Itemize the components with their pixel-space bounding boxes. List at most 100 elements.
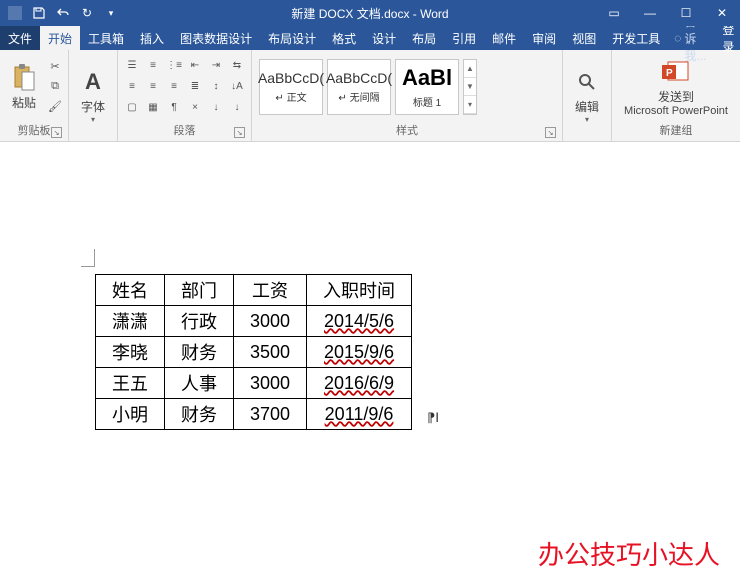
bulb-icon: ◌ bbox=[674, 31, 681, 45]
quick-access-toolbar: ↻ ▾ bbox=[0, 2, 122, 24]
send-to-target: Microsoft PowerPoint bbox=[624, 105, 728, 117]
numbering-icon[interactable]: ≡ bbox=[143, 56, 163, 76]
table-row: 王五 人事 3000 2016/6/9 bbox=[96, 368, 412, 399]
paste-button[interactable]: 粘贴 bbox=[4, 60, 44, 113]
table-row: 姓名 部门 工资 入职时间 bbox=[96, 275, 412, 306]
tell-me[interactable]: ◌ 告诉我... bbox=[668, 26, 712, 50]
tab-insert[interactable]: 插入 bbox=[132, 26, 172, 50]
table-cell[interactable]: 2015/9/6 bbox=[307, 337, 412, 368]
tab-review[interactable]: 审阅 bbox=[524, 26, 564, 50]
align-justify-icon[interactable]: ≣ bbox=[185, 77, 205, 97]
tab-toolbox[interactable]: 工具箱 bbox=[80, 26, 132, 50]
tab-format[interactable]: 格式 bbox=[324, 26, 364, 50]
indent-right-icon[interactable]: ⇥ bbox=[206, 56, 226, 76]
styles-scroll: ▲ ▼ ▾ bbox=[463, 59, 477, 115]
table-cell[interactable]: 3000 bbox=[234, 306, 307, 337]
table-cell[interactable]: 潇潇 bbox=[96, 306, 165, 337]
clipboard-group-label: 剪贴板 bbox=[18, 125, 51, 137]
text-cursor-icon: ⁋Ⅰ bbox=[427, 410, 439, 426]
table-cell[interactable]: 2011/9/6⁋Ⅰ bbox=[307, 399, 412, 430]
group-font: A 字体 ▾ bbox=[69, 50, 118, 141]
close-icon[interactable]: ✕ bbox=[704, 0, 740, 26]
table-header[interactable]: 部门 bbox=[165, 275, 234, 306]
table-row: 李晓 财务 3500 2015/9/6 bbox=[96, 337, 412, 368]
style-no-spacing[interactable]: AaBbCcD( ↵ 无间隔 bbox=[327, 59, 391, 115]
table-cell[interactable]: 李晓 bbox=[96, 337, 165, 368]
table-cell[interactable]: 2014/5/6 bbox=[307, 306, 412, 337]
styles-up-icon[interactable]: ▲ bbox=[464, 60, 476, 78]
borders-icon[interactable]: ▦ bbox=[143, 98, 163, 118]
align-left-icon[interactable]: ≡ bbox=[122, 77, 142, 97]
format-painter-icon[interactable]: 🖌 bbox=[46, 98, 64, 116]
undo-icon[interactable] bbox=[52, 2, 74, 24]
paragraph-launcher-icon[interactable]: ↘ bbox=[234, 127, 245, 138]
table-cell[interactable]: 财务 bbox=[165, 399, 234, 430]
asian-layout-icon[interactable]: × bbox=[185, 98, 205, 118]
tab-view[interactable]: 视图 bbox=[564, 26, 604, 50]
tab-developer[interactable]: 开发工具 bbox=[604, 26, 668, 50]
table-cell[interactable]: 2016/6/9 bbox=[307, 368, 412, 399]
group-clipboard: 粘贴 ✂ ⧉ 🖌 剪贴板↘ bbox=[0, 50, 69, 141]
indent-left-icon[interactable]: ⇤ bbox=[185, 56, 205, 76]
copy-icon[interactable]: ⧉ bbox=[46, 78, 64, 96]
document-area[interactable]: 姓名 部门 工资 入职时间 潇潇 行政 3000 2014/5/6 李晓 财务 … bbox=[0, 142, 740, 580]
para-misc1-icon[interactable]: ↓ bbox=[206, 98, 226, 118]
qat-more-icon[interactable]: ▾ bbox=[100, 2, 122, 24]
word-icon[interactable] bbox=[4, 2, 26, 24]
table-cell[interactable]: 3500 bbox=[234, 337, 307, 368]
table-cell[interactable]: 小明 bbox=[96, 399, 165, 430]
ribbon-tabs: 文件 开始 工具箱 插入 图表数据设计 布局设计 格式 设计 布局 引用 邮件 … bbox=[0, 26, 740, 50]
send-to-label: 发送到 bbox=[658, 88, 694, 105]
maximize-icon[interactable]: ☐ bbox=[668, 0, 704, 26]
styles-more-icon[interactable]: ▾ bbox=[464, 96, 476, 114]
cut-icon[interactable]: ✂ bbox=[46, 58, 64, 76]
tab-layout-design[interactable]: 布局设计 bbox=[260, 26, 324, 50]
tab-file[interactable]: 文件 bbox=[0, 26, 40, 50]
save-icon[interactable] bbox=[28, 2, 50, 24]
table-header[interactable]: 姓名 bbox=[96, 275, 165, 306]
tab-layout[interactable]: 布局 bbox=[404, 26, 444, 50]
minimize-icon[interactable]: — bbox=[632, 0, 668, 26]
table-cell[interactable]: 行政 bbox=[165, 306, 234, 337]
show-marks-icon[interactable]: ¶ bbox=[164, 98, 184, 118]
multilevel-icon[interactable]: ⋮≡ bbox=[164, 56, 184, 76]
table-header[interactable]: 工资 bbox=[234, 275, 307, 306]
line-spacing-icon[interactable]: ↕ bbox=[206, 77, 226, 97]
tab-references[interactable]: 引用 bbox=[444, 26, 484, 50]
style-heading1[interactable]: AaBl 标题 1 bbox=[395, 59, 459, 115]
table-cell[interactable]: 财务 bbox=[165, 337, 234, 368]
find-icon bbox=[571, 66, 603, 98]
styles-down-icon[interactable]: ▼ bbox=[464, 78, 476, 96]
table-cell[interactable]: 3700 bbox=[234, 399, 307, 430]
ribbon-options-icon[interactable]: ▭ bbox=[596, 0, 632, 26]
window-controls: ▭ — ☐ ✕ bbox=[596, 0, 740, 26]
styles-launcher-icon[interactable]: ↘ bbox=[545, 127, 556, 138]
clipboard-launcher-icon[interactable]: ↘ bbox=[51, 127, 62, 138]
sort-icon[interactable]: ↓A bbox=[227, 77, 247, 97]
editing-button[interactable]: 编辑 ▾ bbox=[567, 64, 607, 126]
tab-design[interactable]: 设计 bbox=[364, 26, 404, 50]
font-button[interactable]: A 字体 ▾ bbox=[73, 64, 113, 126]
title-bar: ↻ ▾ 新建 DOCX 文档.docx - Word ▭ — ☐ ✕ bbox=[0, 0, 740, 26]
document-table[interactable]: 姓名 部门 工资 入职时间 潇潇 行政 3000 2014/5/6 李晓 财务 … bbox=[95, 274, 412, 430]
group-styles: AaBbCcD( ↵ 正文 AaBbCcD( ↵ 无间隔 AaBl 标题 1 ▲… bbox=[252, 50, 563, 141]
editing-label: 编辑 bbox=[575, 98, 599, 115]
align-right-icon[interactable]: ≡ bbox=[164, 77, 184, 97]
send-to-ppt-button[interactable]: P 发送到 Microsoft PowerPoint bbox=[616, 54, 736, 119]
indent-more-icon[interactable]: ⇆ bbox=[227, 56, 247, 76]
table-cell[interactable]: 王五 bbox=[96, 368, 165, 399]
tab-home[interactable]: 开始 bbox=[40, 26, 80, 50]
style-normal[interactable]: AaBbCcD( ↵ 正文 bbox=[259, 59, 323, 115]
login-link[interactable]: 登录 bbox=[712, 26, 740, 50]
table-header[interactable]: 入职时间 bbox=[307, 275, 412, 306]
bullets-icon[interactable]: ☰ bbox=[122, 56, 142, 76]
redo-icon[interactable]: ↻ bbox=[76, 2, 98, 24]
align-center-icon[interactable]: ≡ bbox=[143, 77, 163, 97]
tab-chart-data[interactable]: 图表数据设计 bbox=[172, 26, 260, 50]
table-cell[interactable]: 人事 bbox=[165, 368, 234, 399]
table-row: 小明 财务 3700 2011/9/6⁋Ⅰ bbox=[96, 399, 412, 430]
tab-mailings[interactable]: 邮件 bbox=[484, 26, 524, 50]
para-misc2-icon[interactable]: ↓ bbox=[227, 98, 247, 118]
shading-icon[interactable]: ▢ bbox=[122, 98, 142, 118]
table-cell[interactable]: 3000 bbox=[234, 368, 307, 399]
